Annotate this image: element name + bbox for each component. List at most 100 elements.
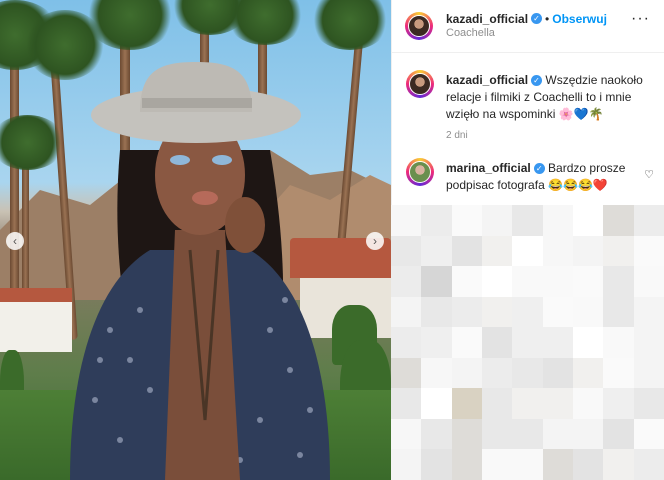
mosaic-tile: [451, 266, 482, 297]
mosaic-tile: [482, 388, 513, 419]
caption-emojis: 🌸💙🌴: [558, 107, 604, 121]
mosaic-tile: [603, 327, 634, 358]
mosaic-tile: [451, 327, 482, 358]
mosaic-tile: [542, 357, 573, 389]
mosaic-tile: [421, 388, 452, 419]
mosaic-tile: [603, 418, 634, 450]
mosaic-tile: [391, 296, 422, 328]
mosaic-tile: [603, 449, 634, 480]
mosaic-tile: [542, 205, 573, 236]
avatar[interactable]: [406, 70, 434, 98]
mosaic-tile: [451, 357, 482, 389]
more-options-icon[interactable]: ···: [631, 10, 650, 28]
mosaic-tile: [512, 266, 543, 297]
mosaic-tile: [512, 449, 543, 480]
mosaic-tile: [482, 235, 513, 267]
mosaic-tile: [451, 418, 482, 450]
mosaic-tile: [512, 357, 543, 389]
verified-badge-icon: ✓: [531, 75, 543, 87]
post-header: kazadi_official ✓ • Obserwuj Coachella ···: [392, 0, 664, 53]
pixelated-blur-overlay: [391, 205, 664, 480]
mosaic-tile: [603, 388, 634, 419]
mosaic-tile: [512, 388, 543, 419]
mosaic-tile: [573, 235, 604, 267]
mosaic-tile: [542, 418, 573, 450]
mosaic-tile: [603, 235, 634, 267]
post-location[interactable]: Coachella: [446, 27, 495, 39]
mosaic-tile: [633, 449, 664, 480]
heart-icon[interactable]: ♡: [644, 168, 654, 181]
mosaic-tile: [451, 235, 482, 267]
post-username[interactable]: kazadi_official: [446, 12, 528, 26]
mosaic-tile: [421, 235, 452, 267]
comment-emojis: 😂😂😂❤️: [548, 178, 608, 192]
mosaic-tile: [512, 205, 543, 236]
mosaic-tile: [573, 449, 604, 480]
mosaic-tile: [482, 357, 513, 389]
mosaic-tile: [603, 205, 634, 236]
caption-comment: kazadi_official ✓ Wszędzie naokoło relacj…: [406, 70, 651, 130]
comment-text-block: marina_official ✓ Bardzo prosze podpisac …: [446, 160, 631, 194]
avatar[interactable]: [406, 158, 434, 186]
mosaic-tile: [573, 266, 604, 297]
mosaic-tile: [391, 418, 422, 450]
mosaic-tile: [421, 266, 452, 297]
chevron-right-icon[interactable]: ›: [366, 232, 384, 250]
mosaic-tile: [421, 357, 452, 389]
mosaic-tile: [633, 388, 664, 419]
mosaic-tile: [542, 449, 573, 480]
mosaic-tile: [603, 296, 634, 328]
mosaic-tile: [391, 388, 422, 419]
mosaic-tile: [603, 266, 634, 297]
mosaic-tile: [573, 205, 604, 236]
mosaic-tile: [391, 449, 422, 480]
mosaic-tile: [542, 327, 573, 358]
mosaic-tile: [542, 235, 573, 267]
mosaic-tile: [633, 266, 664, 297]
avatar[interactable]: [405, 12, 433, 40]
comment-username[interactable]: kazadi_official: [446, 73, 528, 87]
mosaic-tile: [573, 296, 604, 328]
mosaic-tile: [421, 449, 452, 480]
mosaic-tile: [482, 205, 513, 236]
mosaic-tile: [421, 418, 452, 450]
mosaic-tile: [633, 205, 664, 236]
separator-dot: •: [545, 12, 550, 26]
mosaic-tile: [391, 266, 422, 297]
comment: marina_official ✓ Bardzo prosze podpisac …: [406, 158, 651, 198]
mosaic-tile: [512, 418, 543, 450]
mosaic-tile: [542, 388, 573, 419]
mosaic-tile: [512, 235, 543, 267]
mosaic-tile: [451, 296, 482, 328]
woman-portrait: [70, 62, 330, 480]
verified-badge-icon: ✓: [531, 13, 543, 25]
mosaic-tile: [573, 388, 604, 419]
mosaic-tile: [633, 327, 664, 358]
mosaic-tile: [482, 327, 513, 358]
mosaic-tile: [421, 327, 452, 358]
mosaic-tile: [482, 266, 513, 297]
caption-text-block: kazadi_official ✓ Wszędzie naokoło relacj…: [446, 72, 651, 123]
mosaic-tile: [512, 327, 543, 358]
mosaic-tile: [421, 205, 452, 236]
mosaic-tile: [391, 327, 422, 358]
chevron-left-icon[interactable]: ‹: [6, 232, 24, 250]
follow-button[interactable]: Obserwuj: [552, 12, 607, 26]
mosaic-tile: [421, 296, 452, 328]
mosaic-tile: [573, 357, 604, 389]
mosaic-tile: [512, 296, 543, 328]
mosaic-tile: [633, 357, 664, 389]
mosaic-tile: [391, 205, 422, 236]
header-title-row: kazadi_official ✓ • Obserwuj: [446, 10, 607, 28]
mosaic-tile: [573, 418, 604, 450]
post-photo[interactable]: ‹ ›: [0, 0, 391, 480]
mosaic-tile: [482, 296, 513, 328]
mosaic-tile: [451, 205, 482, 236]
mosaic-tile: [482, 418, 513, 450]
mosaic-tile: [391, 357, 422, 389]
verified-badge-icon: ✓: [533, 163, 545, 175]
mosaic-tile: [633, 296, 664, 328]
mosaic-tile: [603, 357, 634, 389]
comment-username[interactable]: marina_official: [446, 161, 531, 175]
mosaic-tile: [451, 449, 482, 480]
